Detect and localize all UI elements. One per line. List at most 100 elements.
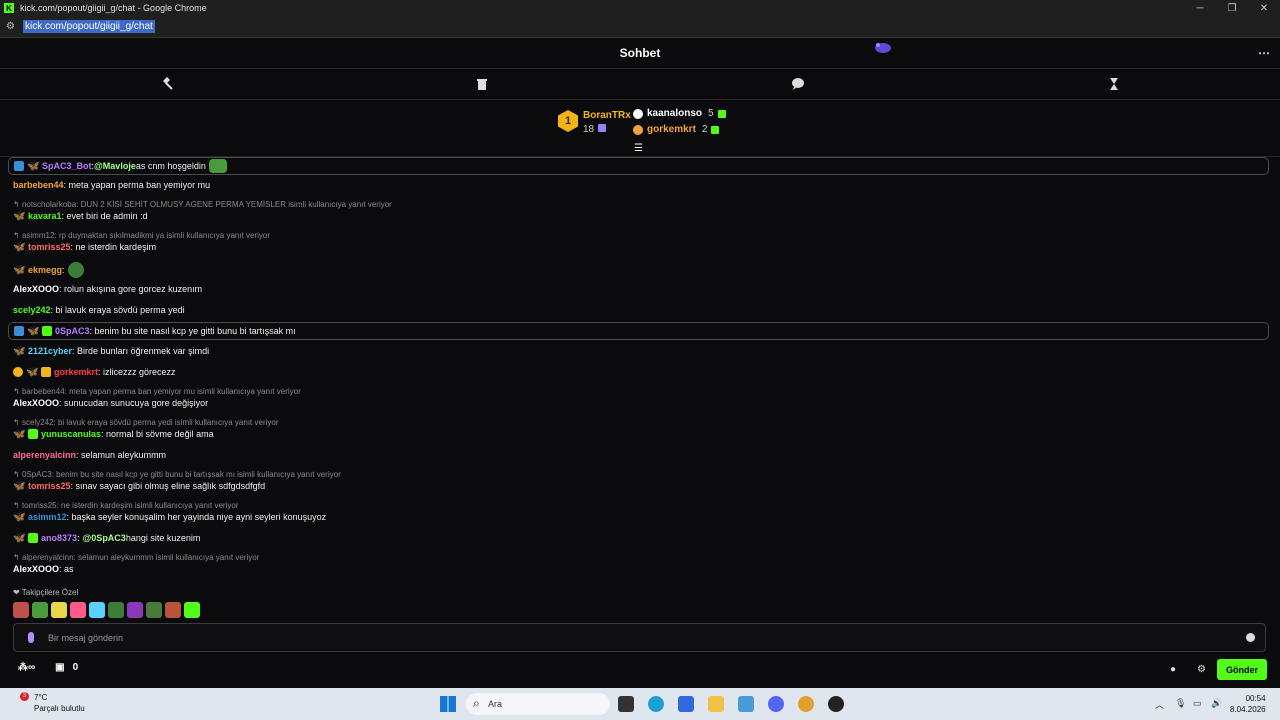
chat-message[interactable]: 🦋 gorkemkrt : izlicezzz görecezz xyxy=(13,367,176,378)
edge-icon[interactable] xyxy=(648,696,664,712)
trash-icon[interactable] xyxy=(475,77,489,91)
emote-icon[interactable] xyxy=(108,602,124,618)
chat-username[interactable]: asimm12 xyxy=(28,512,67,522)
reply-context[interactable]: asimm12: rp duymaktan sıkılmadikmi ya is… xyxy=(13,231,270,240)
rank-icon xyxy=(633,108,643,119)
chat-message[interactable]: scely242 : bi lavuk eraya sövdü perma ye… xyxy=(13,305,185,315)
reply-context[interactable]: 0SpAC3: benim bu site nasıl kcp ye gitti… xyxy=(13,470,341,479)
leaderboard-entry[interactable]: kaanalonso 5 xyxy=(633,108,726,119)
emote-icon[interactable] xyxy=(89,602,105,618)
minimize-button[interactable]: ─ xyxy=(1184,3,1216,14)
chat-message[interactable]: barbeben44 : meta yapan perma ban yemiyo… xyxy=(13,180,210,190)
emote-icon[interactable] xyxy=(184,602,200,618)
chat-username[interactable]: 0SpAC3 xyxy=(55,326,90,336)
gavel-icon[interactable] xyxy=(160,77,174,91)
restore-button[interactable]: ❐ xyxy=(1216,3,1248,14)
store-icon[interactable]: ▣ xyxy=(55,662,64,673)
store-app-icon[interactable] xyxy=(678,696,694,712)
microphone-icon[interactable] xyxy=(28,632,34,643)
chat-username[interactable]: SpAC3_Bot xyxy=(42,161,92,171)
emote-icon[interactable] xyxy=(32,602,48,618)
discord-icon[interactable] xyxy=(768,696,784,712)
task-view-icon[interactable] xyxy=(618,696,634,712)
emoji-picker-icon[interactable] xyxy=(1246,633,1255,642)
expand-leaderboard-icon[interactable]: ☰ xyxy=(634,143,643,154)
chat-username[interactable]: scely242 xyxy=(13,305,51,315)
emote-icon[interactable] xyxy=(70,602,86,618)
reply-context[interactable]: notscholarkoba: DUN 2 KİSİ SEHİT OLMUSY … xyxy=(13,200,392,209)
chat-username[interactable]: AlexXOOO xyxy=(13,284,59,294)
chat-message[interactable]: AlexXOOO : sunucudan sunucuya gore değiş… xyxy=(13,398,208,408)
chat-message[interactable]: 🦋 kavara1 : evet biri de admin :d xyxy=(13,211,148,222)
tray-expand-icon[interactable]: ︿ xyxy=(1155,698,1164,711)
reply-context[interactable]: scely242: bi lavuk eraya sövdü perma yed… xyxy=(13,418,279,427)
chat-text: : selamun aleykummm xyxy=(76,450,167,460)
chat-message[interactable]: 🦋 ekmegg : xyxy=(13,262,84,278)
emote-icon[interactable] xyxy=(146,602,162,618)
chat-message[interactable]: 🦋 tomriss25 : ne isterdin kardeşim xyxy=(13,242,156,253)
chat-message[interactable]: 🦋 asimm12 : başka seyler konuşalim her y… xyxy=(13,512,326,523)
chat-message[interactable]: AlexXOOO : as xyxy=(13,564,74,574)
windows-start-icon[interactable] xyxy=(440,696,456,712)
infinity-icon[interactable]: ⁂∞ xyxy=(18,662,35,673)
emote-icon[interactable] xyxy=(165,602,181,618)
emote-icon[interactable] xyxy=(51,602,67,618)
chat-username[interactable]: alperenyalcinn xyxy=(13,450,76,460)
microphone-tray-icon[interactable]: 🎙 xyxy=(1175,698,1186,709)
gift-icon xyxy=(598,124,607,132)
close-button[interactable]: ✕ xyxy=(1248,3,1280,14)
chat-username[interactable]: ano8373 xyxy=(41,533,77,543)
message-input-box[interactable] xyxy=(13,623,1266,652)
emote-icon[interactable] xyxy=(127,602,143,618)
volume-icon[interactable]: 🔊 xyxy=(1211,698,1222,709)
chat-bubble-icon[interactable] xyxy=(791,77,805,91)
chat-message[interactable]: 🦋 tomriss25 : sınav sayacı gibi olmuş el… xyxy=(13,481,265,492)
emote-icon[interactable] xyxy=(13,602,29,618)
chat-settings-icon[interactable]: ● xyxy=(1170,664,1176,675)
chat-message[interactable]: 🦋 0SpAC3 : benim bu site nasıl kcp ye gi… xyxy=(8,322,1269,340)
chat-message[interactable]: AlexXOOO : rolun akışına gore gorcez kuz… xyxy=(13,284,202,294)
leaderboard-name: gorkemkrt xyxy=(647,124,696,135)
reply-context[interactable]: alperenyalcinn: selamun aleykummm isimli… xyxy=(13,553,259,562)
gift-badge-icon xyxy=(28,533,38,543)
chrome-icon[interactable] xyxy=(798,696,814,712)
chat-message[interactable]: alperenyalcinn : selamun aleykummm xyxy=(13,450,166,460)
rank-badge: 1 xyxy=(558,110,578,132)
weather-widget[interactable]: 3 7°C Parçalı bulutlu xyxy=(12,692,85,714)
chat-username[interactable]: gorkemkrt xyxy=(54,367,98,377)
mention[interactable]: : @0SpAC3 xyxy=(77,533,126,543)
chat-username[interactable]: 2121cyber xyxy=(28,346,72,356)
chat-username[interactable]: kavara1 xyxy=(28,211,62,221)
hourglass-icon[interactable] xyxy=(1107,77,1121,91)
more-options-button[interactable]: ⋯ xyxy=(1258,46,1270,60)
site-info-icon[interactable]: ⚙ xyxy=(6,21,15,32)
chat-message[interactable]: 🦋 yunuscanulas : normal bi sövme değil a… xyxy=(13,429,214,440)
reply-context[interactable]: tomriss25: ne isterdin kardeşim isimli k… xyxy=(13,501,239,510)
chat-message[interactable]: 🦋 SpAC3_Bot: @Mavloje as cnm hoşgeldin xyxy=(8,157,1269,175)
leaderboard-entry[interactable]: gorkemkrt 2 xyxy=(633,124,720,135)
chat-username[interactable]: tomriss25 xyxy=(28,242,71,252)
chat-username[interactable]: AlexXOOO xyxy=(13,398,59,408)
chat-message[interactable]: 🦋 ano8373 : @0SpAC3 hangi site kuzenim xyxy=(13,533,200,544)
chat-username[interactable]: yunuscanulas xyxy=(41,429,101,439)
chat-username[interactable]: ekmegg xyxy=(28,265,62,275)
taskbar-search[interactable]: Ara xyxy=(466,693,610,715)
chat-username[interactable]: AlexXOOO xyxy=(13,564,59,574)
reply-context[interactable]: barbeben44: meta yapan perma ban yemiyor… xyxy=(13,387,301,396)
chat-message[interactable]: 🦋 2121cyber : Birde bunları öğrenmek var… xyxy=(13,346,209,357)
file-explorer-icon[interactable] xyxy=(708,696,724,712)
chat-username[interactable]: tomriss25 xyxy=(28,481,71,491)
settings-app-icon[interactable] xyxy=(738,696,754,712)
message-input[interactable] xyxy=(48,632,1246,643)
chat-username[interactable]: barbeben44 xyxy=(13,180,64,190)
gear-icon[interactable]: ⚙ xyxy=(1197,664,1206,675)
leaderboard-first[interactable]: 1 BoranTRx 18 xyxy=(558,110,631,135)
url-text[interactable]: kick.com/popout/giigii_g/chat xyxy=(22,20,155,33)
app-icon[interactable] xyxy=(828,696,844,712)
chat-messages[interactable]: 🦋 SpAC3_Bot: @Mavloje as cnm hoşgeldin b… xyxy=(0,157,1280,582)
address-bar[interactable]: ⚙ kick.com/popout/giigii_g/chat xyxy=(0,16,1280,38)
network-icon[interactable]: ▭ xyxy=(1193,698,1202,709)
mention[interactable]: @Mavloje xyxy=(94,161,136,171)
clock[interactable]: 00:54 8.04.2026 xyxy=(1230,693,1266,715)
send-button[interactable]: Gönder xyxy=(1217,659,1267,680)
